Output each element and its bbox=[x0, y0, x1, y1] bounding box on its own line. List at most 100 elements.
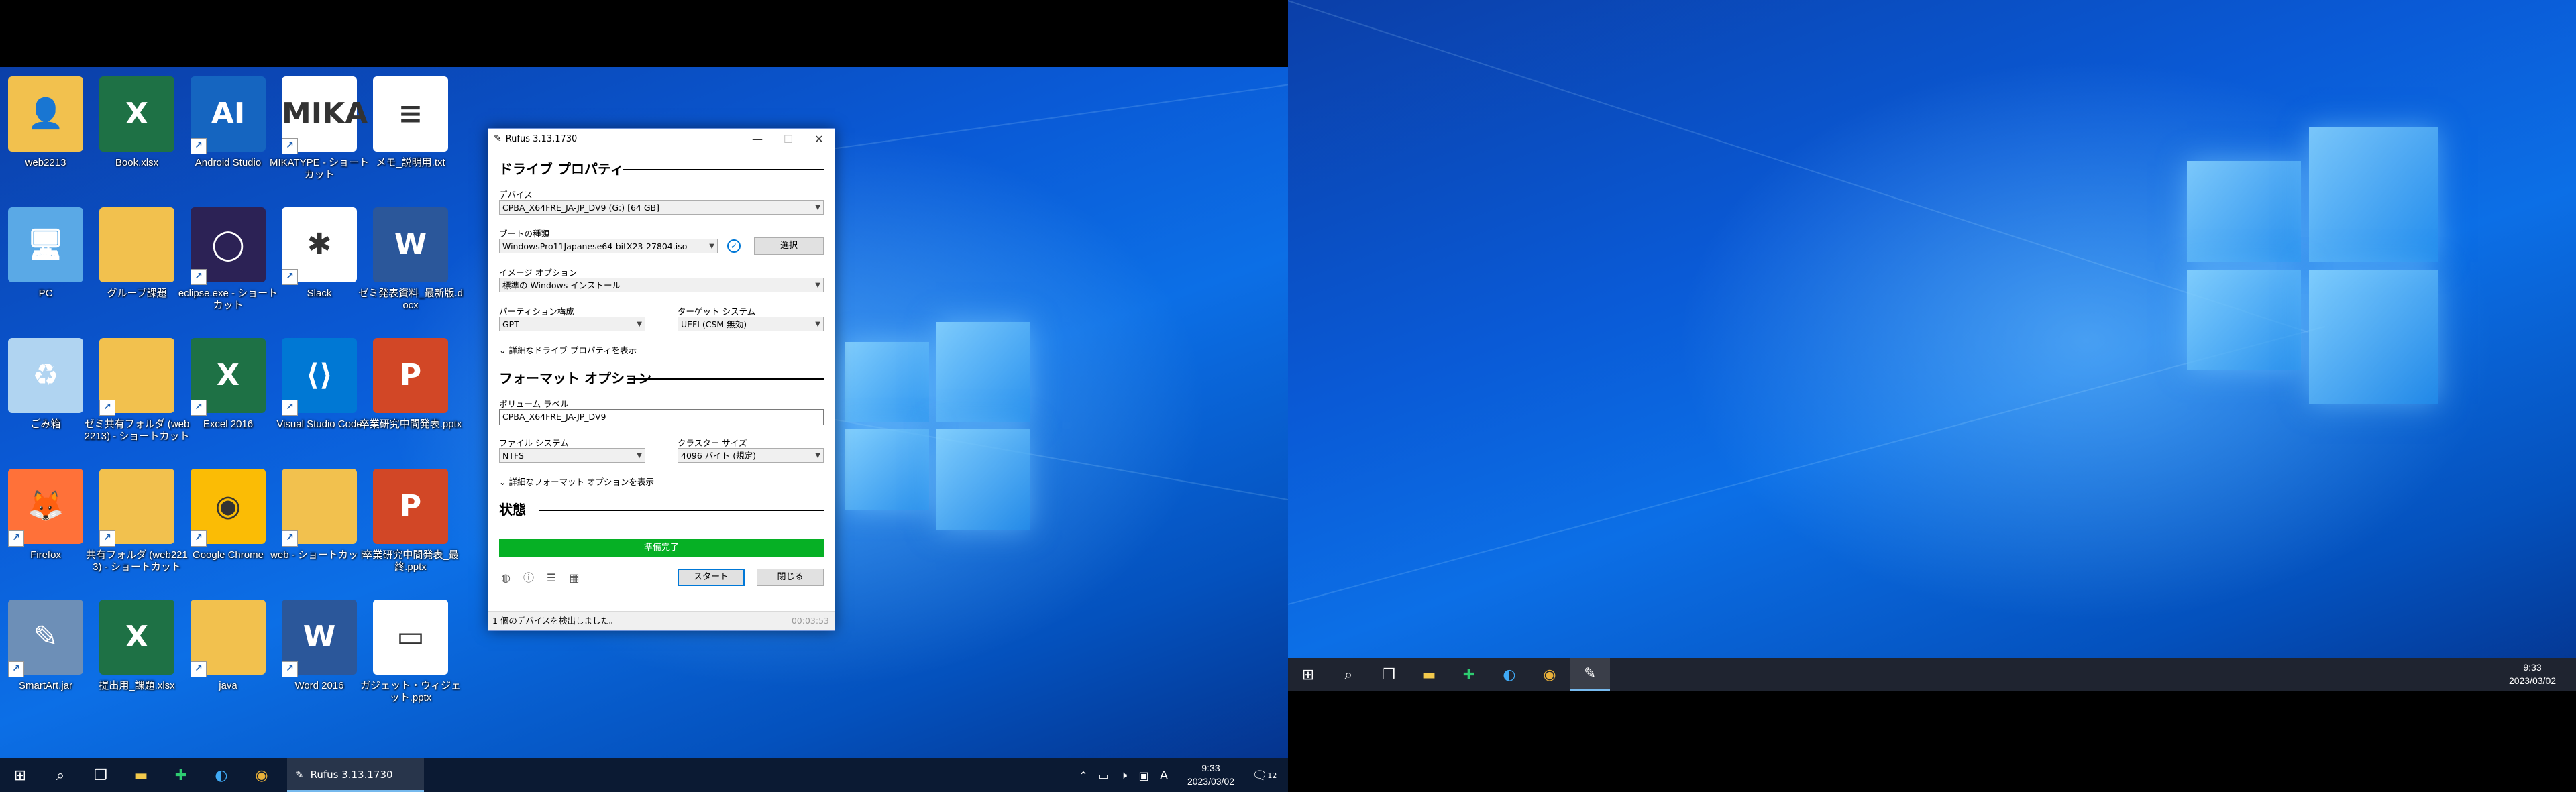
section-format-options: フォーマット オプション bbox=[499, 370, 651, 386]
chevron-down-icon: ▼ bbox=[637, 452, 642, 459]
desktop-icon-glyph: W bbox=[373, 207, 448, 282]
task-view-icon[interactable]: ❐ bbox=[1368, 658, 1409, 691]
desktop-icon-label: ガジェット・ウィジェット.pptx bbox=[360, 680, 461, 703]
target-label: ターゲット システム bbox=[678, 306, 756, 317]
chevron-up-icon[interactable]: ⌃ bbox=[1073, 758, 1093, 792]
desktop-icon-glyph: 🦊 ↗ bbox=[8, 469, 83, 547]
filesystem-select[interactable]: NTFS ▼ bbox=[499, 448, 645, 463]
partition-value: GPT bbox=[502, 319, 519, 329]
network-icon[interactable]: ▣ bbox=[1134, 758, 1154, 792]
device-select[interactable]: CPBA_X64FRE_JA-JP_DV9 (G:) [64 GB] ▼ bbox=[499, 200, 824, 215]
clock-date: 2023/03/02 bbox=[2508, 675, 2557, 686]
volume-muted-icon[interactable]: 🕨 bbox=[1114, 758, 1134, 792]
start-menu-icon[interactable]: ⊞ bbox=[0, 758, 40, 792]
desktop-icon[interactable]: ▭ ガジェット・ウィジェット.pptx bbox=[357, 594, 464, 722]
store-app-icon[interactable]: ✚ bbox=[161, 758, 201, 792]
file-explorer-icon[interactable]: ▬ bbox=[121, 758, 161, 792]
status-progress-bar: 準備完了 bbox=[499, 539, 824, 557]
windows-logo-wallpaper bbox=[2187, 127, 2442, 404]
close-window-button[interactable]: ✕ bbox=[804, 129, 835, 149]
volume-label-input[interactable]: CPBA_X64FRE_JA-JP_DV9 bbox=[499, 409, 824, 425]
settings-sliders-icon[interactable]: ☰ bbox=[545, 571, 558, 585]
chrome-icon[interactable]: ◉ bbox=[1529, 658, 1570, 691]
desktop-icon[interactable]: W ゼミ発表資料_最新版.docx bbox=[357, 202, 464, 329]
filesystem-value: NTFS bbox=[502, 451, 524, 461]
chevron-down-icon: ▼ bbox=[637, 321, 642, 328]
partition-label: パーティション構成 bbox=[499, 306, 574, 317]
image-option-value: 標準の Windows インストール bbox=[502, 280, 621, 290]
rufus-app-icon: ✎ bbox=[1583, 665, 1597, 682]
chevron-down-icon: ▼ bbox=[709, 243, 714, 250]
rufus-app-icon: ✎ bbox=[295, 768, 304, 781]
taskbar-app-rufus[interactable]: ✎ Rufus 3.13.1730 bbox=[287, 758, 424, 792]
target-select[interactable]: UEFI (CSM 無効) ▼ bbox=[678, 317, 824, 331]
target-value: UEFI (CSM 無効) bbox=[681, 319, 747, 329]
notification-count: 12 bbox=[1267, 771, 1277, 780]
rufus-title: Rufus 3.13.1730 bbox=[505, 133, 578, 144]
maximize-button[interactable]: ☐ bbox=[773, 129, 804, 149]
desktop-icon[interactable]: P 卒業研究中間発表.pptx bbox=[357, 333, 464, 460]
desktop-icon[interactable]: ≡ メモ_説明用.txt bbox=[357, 71, 464, 199]
globe-icon[interactable]: ◍ bbox=[499, 571, 513, 585]
volume-label-label: ボリューム ラベル bbox=[499, 399, 569, 409]
desktop-icon-glyph: ↗ bbox=[191, 600, 266, 677]
shortcut-arrow-icon: ↗ bbox=[191, 400, 207, 416]
file-explorer-icon[interactable]: ▬ bbox=[1409, 658, 1449, 691]
shortcut-arrow-icon: ↗ bbox=[99, 400, 115, 416]
cluster-size-value: 4096 バイト (規定) bbox=[681, 451, 757, 461]
desktop-icon-glyph bbox=[99, 207, 174, 282]
boot-type-label: ブートの種類 bbox=[499, 229, 550, 239]
search-icon[interactable]: ⌕ bbox=[1328, 658, 1368, 691]
edge-icon[interactable]: ◐ bbox=[201, 758, 241, 792]
boot-type-select[interactable]: WindowsPro11Japanese64-bitX23-27804.iso ▼ bbox=[499, 239, 718, 253]
search-icon[interactable]: ⌕ bbox=[40, 758, 80, 792]
shortcut-arrow-icon: ↗ bbox=[191, 269, 207, 285]
cluster-size-select[interactable]: 4096 バイト (規定) ▼ bbox=[678, 448, 824, 463]
store-app-icon[interactable]: ✚ bbox=[1449, 658, 1489, 691]
status-bar: 1 個のデバイスを検出しました。 00:03:53 bbox=[488, 611, 835, 630]
advanced-format-toggle[interactable]: ⌄ 詳細なフォーマット オプションを表示 bbox=[499, 475, 654, 488]
desktop-icon-glyph: ♻ bbox=[8, 338, 83, 413]
ime-indicator[interactable]: A bbox=[1154, 758, 1174, 792]
taskbar-left: ⊞ ⌕ ❐ ▬ ✚ ◐ ◉ ✎ Rufus 3.13.1730 ⌃ ▭ 🕨 ▣ … bbox=[0, 758, 1288, 792]
chevron-down-icon: ▼ bbox=[815, 452, 820, 459]
elapsed-time: 00:03:53 bbox=[791, 616, 829, 626]
rufus-app-icon: ✎ bbox=[494, 133, 502, 144]
shortcut-arrow-icon: ↗ bbox=[282, 400, 298, 416]
minimize-button[interactable]: — bbox=[742, 129, 773, 149]
edge-icon[interactable]: ◐ bbox=[1489, 658, 1529, 691]
start-button[interactable]: スタート bbox=[678, 569, 745, 586]
shortcut-arrow-icon: ↗ bbox=[282, 661, 298, 677]
close-button[interactable]: 閉じる bbox=[757, 569, 824, 586]
advanced-drive-toggle[interactable]: ⌄ 詳細なドライブ プロパティを表示 bbox=[499, 343, 637, 356]
shortcut-arrow-icon: ↗ bbox=[99, 530, 115, 547]
check-hash-icon[interactable]: ✓ bbox=[727, 239, 741, 253]
log-icon[interactable]: ▦ bbox=[568, 571, 581, 585]
battery-icon[interactable]: ▭ bbox=[1093, 758, 1114, 792]
shortcut-arrow-icon: ↗ bbox=[191, 138, 207, 154]
desktop-icon-glyph: ↗ bbox=[282, 469, 357, 547]
progress-text: 準備完了 bbox=[643, 543, 679, 553]
shortcut-arrow-icon: ↗ bbox=[191, 530, 207, 547]
chrome-icon[interactable]: ◉ bbox=[241, 758, 282, 792]
desktop-icon-glyph: X bbox=[99, 600, 174, 675]
taskbar-clock[interactable]: 9:33 2023/03/02 bbox=[1177, 761, 1244, 788]
notification-center-icon[interactable]: 🗨 12 bbox=[1248, 758, 1281, 792]
advanced-format-toggle-label: 詳細なフォーマット オプションを表示 bbox=[508, 477, 654, 487]
info-icon[interactable]: ⓘ bbox=[522, 571, 535, 585]
image-option-select[interactable]: 標準の Windows インストール ▼ bbox=[499, 278, 824, 292]
start-menu-icon[interactable]: ⊞ bbox=[1288, 658, 1328, 691]
taskbar-clock[interactable]: 9:33 2023/03/02 bbox=[2496, 661, 2569, 687]
clock-time: 9:33 bbox=[2523, 662, 2542, 673]
task-view-icon[interactable]: ❐ bbox=[80, 758, 121, 792]
desktop-icon[interactable]: P 卒業研究中間発表_最終.pptx bbox=[357, 463, 464, 591]
desktop-icon-glyph: ✎ ↗ bbox=[8, 600, 83, 677]
chevron-down-icon: ▼ bbox=[815, 204, 820, 211]
monitor-left: 👤 web2213 X Book.xlsx AI ↗ Android Studio MIKA ↗… bbox=[0, 67, 1288, 792]
section-divider bbox=[539, 510, 824, 511]
taskbar-right: ⊞ ⌕ ❐ ▬ ✚ ◐ ◉ ✎ 9:33 2023/03/02 bbox=[1288, 658, 2576, 691]
partition-select[interactable]: GPT ▼ bbox=[499, 317, 645, 331]
select-button[interactable]: 選択 bbox=[754, 237, 824, 255]
desktop-icon-glyph: ◯ ↗ bbox=[191, 207, 266, 285]
taskbar-app-rufus[interactable]: ✎ bbox=[1570, 658, 1610, 691]
